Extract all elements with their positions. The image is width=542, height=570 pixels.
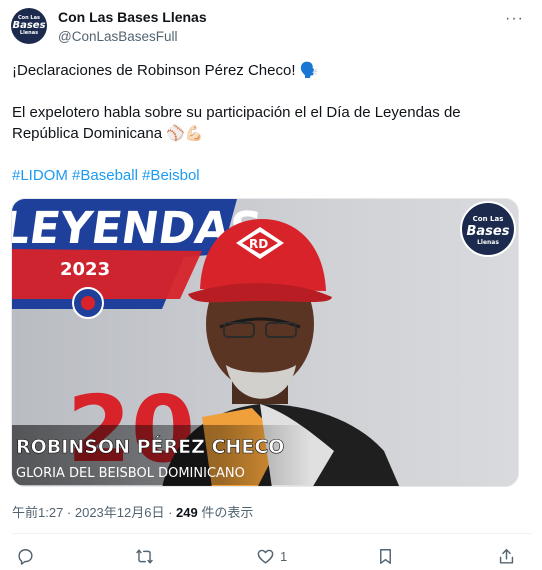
caption-name: ROBINSON PÉREZ CHECO xyxy=(16,435,284,458)
tweet: Con Las Bases Llenas Con Las Bases Llena… xyxy=(0,0,542,570)
cap-logo-text: RD xyxy=(249,237,268,251)
watermark-text: Llenas xyxy=(477,239,499,246)
like-count: 1 xyxy=(280,548,288,564)
retweet-button[interactable] xyxy=(135,542,154,570)
view-count[interactable]: 249 xyxy=(176,505,198,520)
watermark-text: Bases xyxy=(467,224,510,239)
action-bar: 1 xyxy=(0,542,542,570)
video-frame: LEYENDAS 2023 20 RD Con Las Ba xyxy=(12,199,518,486)
tweet-text-line: El expelotero habla sobre su participaci… xyxy=(12,104,461,121)
more-options-button[interactable]: ··· xyxy=(505,10,524,28)
avatar-text-line: Llenas xyxy=(19,30,39,36)
lidom-logo-center xyxy=(81,296,95,310)
tweet-metadata: 午前1:27 · 2023年12月6日 · 249 件の表示 xyxy=(12,502,253,521)
hashtag-link[interactable]: #Beisbol xyxy=(142,167,200,184)
share-button[interactable] xyxy=(497,542,516,570)
heart-icon xyxy=(257,549,274,564)
hashtag-link[interactable]: #Baseball xyxy=(72,167,138,184)
bookmark-icon xyxy=(380,548,391,564)
bookmark-button[interactable] xyxy=(376,542,395,570)
watermark-text: Con Las xyxy=(473,215,504,223)
reply-icon xyxy=(18,548,33,565)
tweet-text-line: República Dominicana ⚾💪🏻 xyxy=(12,125,204,142)
video-media[interactable]: LEYENDAS 2023 20 RD Con Las Ba xyxy=(11,198,519,487)
tweet-text-line: ¡Declaraciones de Robinson Pérez Checo! … xyxy=(12,62,319,79)
banner-year: 2023 xyxy=(60,259,110,280)
tweet-text: ¡Declaraciones de Robinson Pérez Checo! … xyxy=(12,60,512,186)
view-count-label: 件の表示 xyxy=(197,505,254,520)
reply-button[interactable] xyxy=(16,542,35,570)
like-button[interactable]: 1 xyxy=(256,542,287,570)
caption-title: GLORIA DEL BEISBOL DOMINICANO xyxy=(16,466,245,481)
avatar[interactable]: Con Las Bases Llenas xyxy=(11,8,47,44)
share-icon xyxy=(499,548,514,564)
timestamp[interactable]: 午前1:27 · 2023年12月6日 · xyxy=(12,505,176,520)
divider xyxy=(12,533,532,534)
author-display-name[interactable]: Con Las Bases Llenas xyxy=(58,9,207,25)
author-handle[interactable]: @ConLasBasesFull xyxy=(58,29,178,44)
hashtag-row: #LIDOM #Baseball #Beisbol xyxy=(12,165,512,186)
hashtag-link[interactable]: #LIDOM xyxy=(12,167,68,184)
retweet-icon xyxy=(136,548,153,564)
